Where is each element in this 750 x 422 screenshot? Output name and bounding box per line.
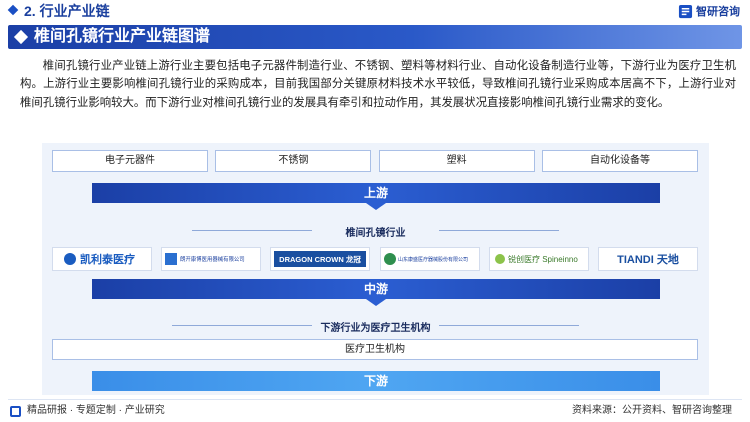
divider — [439, 230, 559, 231]
company-name: 山东康盛医疗器械股份有限公司 — [398, 256, 468, 263]
upstream-item: 电子元器件 — [52, 150, 208, 172]
brand: 智研咨询 — [678, 3, 740, 19]
midstream-band: 中游 — [92, 279, 660, 306]
kangbo-logo-icon: 朗开康博医用器械有限公司 — [165, 253, 245, 265]
top-header: 2. 行业产业链 智研咨询 — [0, 0, 750, 22]
section-title: 2. 行业产业链 — [24, 3, 110, 19]
section-marker-icon — [7, 4, 19, 16]
company-logo: 山东康盛医疗器械股份有限公司 — [379, 247, 480, 271]
upstream-band: 上游 — [92, 183, 660, 210]
company-logo: DRAGON CROWN 龙冠 — [270, 247, 371, 271]
upstream-items: 电子元器件 不锈钢 塑料 自动化设备等 — [52, 150, 698, 172]
diamond-icon — [13, 29, 29, 45]
divider — [439, 325, 579, 326]
title-bar: 椎间孔镜行业产业链图谱 — [8, 25, 742, 49]
midstream-companies: 凯利泰医疗 朗开康博医用器械有限公司 DRAGON CROWN 龙冠 山东康盛医… — [52, 247, 698, 271]
industry-chain-diagram: 电子元器件 不锈钢 塑料 自动化设备等 上游 椎间孔镜行业 凯利泰医疗 朗开康博… — [42, 143, 709, 395]
report-icon — [10, 406, 21, 417]
kangsheng-logo-icon: 山东康盛医疗器械股份有限公司 — [383, 253, 468, 265]
source-note: 资料来源：公开资料、智研咨询整理 — [572, 405, 732, 416]
company-logo: 朗开康博医用器械有限公司 — [161, 247, 262, 271]
company-name: 凯利泰医疗 — [80, 252, 135, 266]
footer: 精品研报 · 专题定制 · 产业研究 资料来源：公开资料、智研咨询整理 — [0, 400, 750, 422]
upstream-item: 自动化设备等 — [541, 150, 698, 172]
company-logo: 锐创医疗 Spineinno — [488, 247, 589, 271]
upstream-item: 不锈钢 — [215, 150, 372, 172]
upstream-item: 塑料 — [378, 150, 535, 172]
spineinno-logo-icon: 锐创医疗 Spineinno — [494, 254, 578, 264]
company-name: 锐创医疗 Spineinno — [508, 254, 578, 264]
downstream-title: 下游行业为医疗卫生机构 — [320, 323, 431, 334]
downstream-item: 医疗卫生机构 — [52, 339, 698, 360]
midstream-title: 椎间孔镜行业 — [345, 228, 406, 239]
zhiyan-logo-icon — [678, 4, 693, 18]
brand-name: 智研咨询 — [696, 6, 740, 18]
kaliitai-logo-icon: 凯利泰医疗 — [64, 252, 135, 266]
company-name: 朗开康博医用器械有限公司 — [180, 255, 245, 263]
company-name: TIANDI 天地 — [617, 252, 679, 266]
dragon-crown-logo-icon: DRAGON CROWN 龙冠 — [274, 251, 367, 267]
footer-slogan: 精品研报 · 专题定制 · 产业研究 — [27, 405, 165, 416]
downstream-band: 下游 — [92, 371, 660, 391]
company-logo: 凯利泰医疗 — [52, 247, 152, 271]
company-logo: TIANDI 天地 — [597, 247, 698, 271]
company-name: DRAGON CROWN 龙冠 — [280, 254, 362, 264]
page-title: 椎间孔镜行业产业链图谱 — [34, 28, 211, 45]
intro-paragraph: 椎间孔镜行业产业链上游行业主要包括电子元器件制造行业、不锈钢、塑料等材料行业、自… — [20, 60, 736, 109]
tiandi-logo-icon: TIANDI 天地 — [617, 252, 679, 266]
